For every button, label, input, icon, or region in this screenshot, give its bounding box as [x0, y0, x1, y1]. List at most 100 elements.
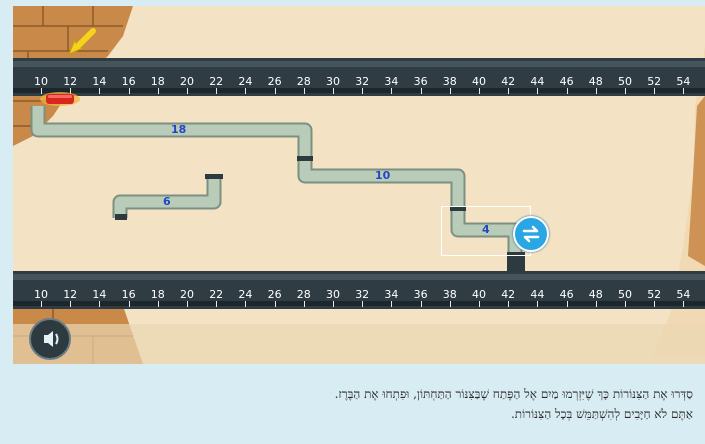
ruler-tick-label: 30 [326, 75, 340, 88]
ruler-notch [303, 301, 305, 307]
speaker-icon[interactable] [29, 318, 71, 360]
ruler-tick-label: 26 [267, 288, 282, 301]
ruler-tick-label: 54 [676, 288, 691, 301]
ruler-tick-label: 40 [472, 288, 486, 301]
ruler-tick-label: 10 [34, 288, 48, 301]
instruction-line: סַדְּרוּ אֶת הַצִּנּוֹרוֹת כָּךְ שֶׁיִּז… [334, 387, 693, 401]
ruler-tick-label: 48 [588, 75, 603, 88]
ruler-tick-label: 50 [618, 75, 632, 88]
ruler-top: 10 12 14 16 18 20 22 24 26 28 30 32 34 36 38 40 42 44 46 48… [13, 58, 705, 94]
ruler-tick-label: 42 [501, 288, 516, 301]
ruler-notch [99, 88, 101, 94]
ruler-notch [449, 88, 451, 94]
ruler-notch [157, 301, 159, 307]
ruler-notch [216, 88, 218, 94]
ruler-notch [70, 301, 72, 307]
ruler-tick-label: 44 [530, 75, 545, 88]
ruler-tick-label: 16 [121, 288, 136, 301]
ruler-tick-label: 46 [559, 75, 574, 88]
ruler-tick-label: 12 [63, 75, 78, 88]
ruler-notch [566, 301, 568, 307]
ruler-tick-label: 52 [647, 288, 662, 301]
ruler-tick-label: 54 [676, 75, 691, 88]
ruler-notch [333, 88, 334, 94]
ruler-notch [187, 88, 188, 94]
ruler-tick-label: 28 [296, 288, 311, 301]
ruler-notch [41, 301, 42, 307]
ruler-notch [508, 88, 510, 94]
ruler-notch [391, 88, 393, 94]
ruler-tick-label: 36 [413, 75, 428, 88]
swap-arrows-icon[interactable] [513, 216, 549, 252]
ruler-tick-label: 50 [618, 288, 632, 301]
ruler-notch [216, 301, 218, 307]
ruler-tick-label: 44 [530, 288, 545, 301]
ruler-notch [420, 88, 422, 94]
ruler-tick-label: 32 [355, 288, 370, 301]
instructions: סַדְּרוּ אֶת הַצִּנּוֹרוֹת כָּךְ שֶׁיִּז… [13, 384, 693, 424]
ruler-notch [362, 301, 364, 307]
ruler-tick-label: 38 [442, 75, 457, 88]
ruler-tick-label: 38 [442, 288, 457, 301]
ruler-notch [245, 301, 247, 307]
ruler-tick-label: 48 [588, 288, 603, 301]
yellow-arrow-icon [68, 28, 96, 55]
ruler-notch [479, 88, 480, 94]
ruler-notch [157, 88, 159, 94]
ruler-bottom: 10 12 14 16 18 20 22 24 26 28 30 32 34 36 38 40 42 44 46 48… [13, 271, 705, 307]
ruler-tick-label: 24 [238, 75, 253, 88]
ruler-notch [274, 88, 276, 94]
ruler-notch [508, 301, 510, 307]
ruler-tick-label: 14 [92, 75, 107, 88]
ruler-tick-label: 34 [384, 75, 399, 88]
ruler-tick-label: 22 [209, 288, 224, 301]
ruler-tick-label: 34 [384, 288, 399, 301]
ruler-notch [391, 301, 393, 307]
ruler-tick-label: 20 [180, 288, 194, 301]
ruler-notch [683, 88, 685, 94]
ruler-notch [625, 301, 626, 307]
ruler-notch [245, 88, 247, 94]
pipe-length-label: 18 [171, 123, 187, 136]
instruction-line: אַתֶּם לֹא חַיָּבִים לְהִשְׁתַּמֵּשׁ בְּ… [510, 407, 693, 421]
ruler-notch [595, 301, 597, 307]
ruler-notch [420, 301, 422, 307]
ruler-notch [479, 301, 480, 307]
ruler-tick-label: 10 [34, 75, 48, 88]
ruler-notch [128, 301, 130, 307]
ruler-notch [362, 88, 364, 94]
ruler-notch [654, 301, 656, 307]
ruler-notch [654, 88, 656, 94]
ruler-notch [187, 301, 188, 307]
ruler-notch [537, 88, 539, 94]
ruler-tick-label: 42 [501, 75, 516, 88]
ruler-notch [99, 301, 101, 307]
ruler-notch [333, 301, 334, 307]
pipe-length-label: 6 [163, 195, 171, 208]
ruler-notch [566, 88, 568, 94]
ruler-tick-label: 14 [92, 288, 107, 301]
ruler-notch [537, 301, 539, 307]
ruler-tick-label: 26 [267, 75, 282, 88]
ruler-tick-label: 18 [150, 75, 165, 88]
game-board: 10 12 14 16 18 20 22 24 26 28 30 32 34 36 38 40 42 44 46 48… [13, 6, 705, 364]
ruler-notch [625, 88, 626, 94]
ruler-tick-label: 20 [180, 75, 194, 88]
ruler-tick-label: 28 [296, 75, 311, 88]
ruler-tick-label: 36 [413, 288, 428, 301]
ruler-notch [595, 88, 597, 94]
ruler-notch [303, 88, 305, 94]
ruler-tick-label: 22 [209, 75, 224, 88]
game-screen: 10 12 14 16 18 20 22 24 26 28 30 32 34 36 38 40 42 44 46 48… [0, 0, 705, 444]
red-valve-icon[interactable] [40, 92, 80, 106]
ruler-tick-label: 24 [238, 288, 253, 301]
ruler-tick-label: 32 [355, 75, 370, 88]
ruler-notch [274, 301, 276, 307]
pipe-length-label: 10 [375, 169, 391, 182]
ruler-notch [449, 301, 451, 307]
ruler-tick-label: 18 [150, 288, 165, 301]
ruler-notch [683, 301, 685, 307]
ruler-tick-label: 16 [121, 75, 136, 88]
ruler-notch [128, 88, 130, 94]
ruler-tick-label: 40 [472, 75, 486, 88]
